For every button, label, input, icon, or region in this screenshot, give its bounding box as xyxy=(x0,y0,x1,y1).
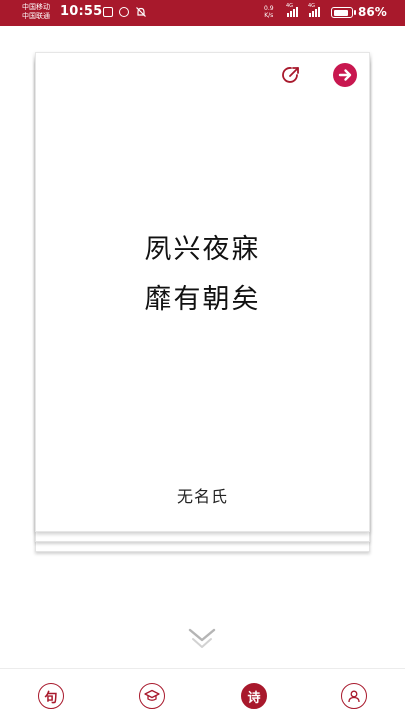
nav-profile[interactable] xyxy=(340,682,368,710)
nav-sentence[interactable]: 句 xyxy=(37,682,65,710)
battery-icon xyxy=(331,7,356,18)
carrier-names: 中国移动 中国联通 xyxy=(22,3,50,21)
signal-2-icon: 4G xyxy=(308,3,320,17)
graduation-cap-icon xyxy=(139,683,165,709)
show-more-button[interactable] xyxy=(186,626,218,652)
user-icon xyxy=(341,683,367,709)
nav-learn[interactable] xyxy=(138,682,166,710)
message-icon xyxy=(103,7,113,17)
alarm-icon xyxy=(119,7,129,17)
arrow-right-icon xyxy=(338,69,352,81)
poem-text: 夙兴夜寐 靡有朝矣 xyxy=(36,225,369,325)
carrier-1: 中国移动 xyxy=(22,3,50,11)
share-button[interactable] xyxy=(279,63,303,87)
clock: 10:55 xyxy=(60,4,103,19)
share-icon xyxy=(282,67,299,83)
bottom-nav: 句 诗 xyxy=(0,668,405,720)
next-poem-button[interactable] xyxy=(333,63,357,87)
network-speed: 0.9 K/s xyxy=(264,5,274,19)
carrier-2: 中国联通 xyxy=(22,12,50,20)
sentence-icon: 句 xyxy=(38,683,64,709)
double-chevron-down-icon xyxy=(188,628,216,648)
nav-poem[interactable]: 诗 xyxy=(240,682,268,710)
notification-icons xyxy=(103,6,147,18)
battery-percent: 86% xyxy=(358,5,387,19)
signal-1-icon: 4G xyxy=(286,3,298,17)
poem-line-1: 夙兴夜寐 xyxy=(144,234,261,265)
poem-icon: 诗 xyxy=(241,683,267,709)
poem-card[interactable]: 夙兴夜寐 靡有朝矣 无名氏 xyxy=(35,52,370,532)
status-bar: 中国移动 中国联通 10:55 0.9 K/s 4G 4G 86% xyxy=(0,0,405,26)
mute-icon xyxy=(136,7,146,17)
poem-author: 无名氏 xyxy=(176,487,228,506)
poem-line-2: 靡有朝矣 xyxy=(144,284,261,315)
